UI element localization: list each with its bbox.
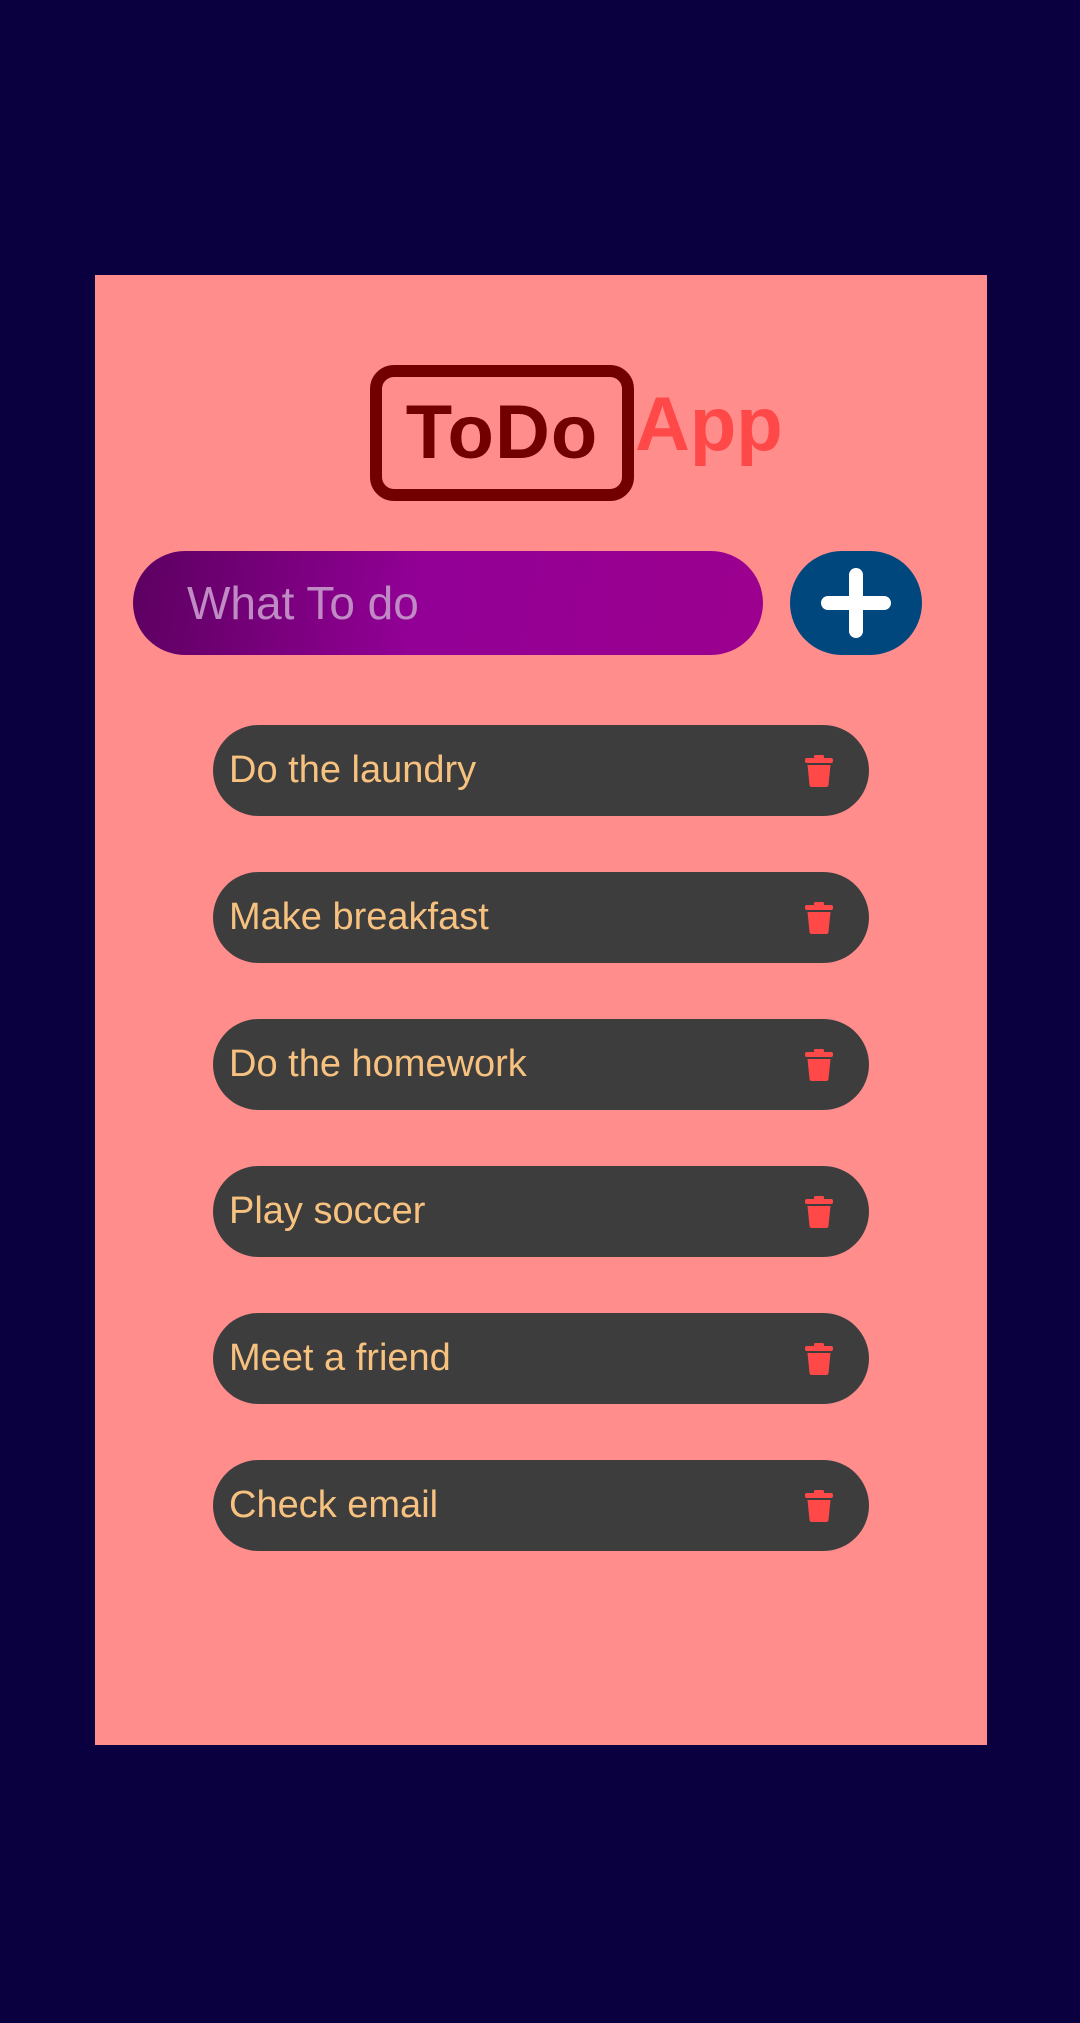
todo-list: Do the laundry Make breakfast Do the hom…: [213, 725, 869, 1607]
add-button[interactable]: [790, 551, 922, 655]
todo-input-container: [133, 551, 763, 655]
todo-item-label: Make breakfast: [229, 896, 489, 938]
todo-card: ToDo App Do the laundry Make breakfast D: [95, 275, 987, 1745]
trash-icon: [805, 754, 833, 787]
todo-item: Do the homework: [213, 1019, 869, 1110]
trash-icon: [805, 1342, 833, 1375]
delete-button[interactable]: [799, 1484, 839, 1528]
todo-item: Do the laundry: [213, 725, 869, 816]
todo-item: Make breakfast: [213, 872, 869, 963]
todo-item: Play soccer: [213, 1166, 869, 1257]
todo-item-label: Do the homework: [229, 1043, 527, 1085]
delete-button[interactable]: [799, 1190, 839, 1234]
todo-item-label: Play soccer: [229, 1190, 426, 1232]
app-title: ToDo App: [95, 365, 987, 505]
todo-item-label: Meet a friend: [229, 1337, 451, 1379]
delete-button[interactable]: [799, 896, 839, 940]
title-todo-box: ToDo: [370, 365, 634, 501]
delete-button[interactable]: [799, 749, 839, 793]
todo-item-label: Do the laundry: [229, 749, 477, 791]
todo-item-label: Check email: [229, 1484, 439, 1526]
trash-icon: [805, 901, 833, 934]
trash-icon: [805, 1489, 833, 1522]
delete-button[interactable]: [799, 1337, 839, 1381]
title-todo-text: ToDo: [405, 390, 599, 475]
delete-button[interactable]: [799, 1043, 839, 1087]
plus-icon: [821, 568, 891, 638]
todo-item: Meet a friend: [213, 1313, 869, 1404]
trash-icon: [805, 1195, 833, 1228]
trash-icon: [805, 1048, 833, 1081]
todo-input[interactable]: [187, 576, 763, 630]
todo-item: Check email: [213, 1460, 869, 1551]
title-app-text: App: [635, 382, 783, 467]
